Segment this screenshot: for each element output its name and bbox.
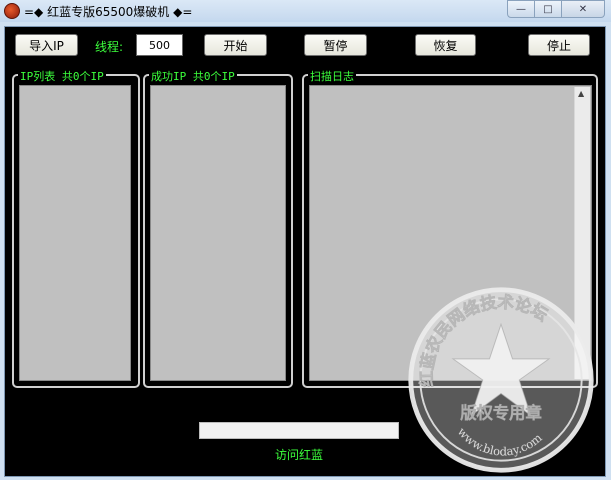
progress-bar <box>199 422 399 439</box>
stop-button[interactable]: 停止 <box>528 34 590 56</box>
pause-button[interactable]: 暂停 <box>304 34 367 56</box>
scroll-up-icon[interactable]: ▲ <box>578 89 584 98</box>
window-controls: — □ ✕ <box>507 0 605 18</box>
seal-center-text: 版权专用章 <box>459 403 542 422</box>
title-bar[interactable]: =◆ 红蓝专版65500爆破机 ◆= — □ ✕ <box>0 0 611 22</box>
threads-label: 线程: <box>95 40 124 54</box>
scan-log-title: 扫描日志 <box>308 68 356 84</box>
ip-list-title: IP列表 共0个IP <box>18 68 106 84</box>
visit-link[interactable]: 访问红蓝 <box>275 446 323 463</box>
resume-button[interactable]: 恢复 <box>415 34 476 56</box>
success-ip-box[interactable] <box>150 85 286 381</box>
maximize-button[interactable]: □ <box>534 0 562 18</box>
ip-list-group: IP列表 共0个IP <box>12 68 140 388</box>
minimize-button[interactable]: — <box>507 0 535 18</box>
window-title: =◆ 红蓝专版65500爆破机 ◆= <box>24 5 193 19</box>
threads-input[interactable]: 500 <box>136 34 183 56</box>
watermark-seal: 红蓝农民网络技术论坛 版权专用章 www.bloday.com <box>408 287 594 473</box>
start-button[interactable]: 开始 <box>204 34 267 56</box>
ip-list-box[interactable] <box>19 85 131 381</box>
app-icon <box>4 3 20 19</box>
close-button[interactable]: ✕ <box>561 0 605 18</box>
import-ip-button[interactable]: 导入IP <box>15 34 78 56</box>
success-ip-title: 成功IP 共0个IP <box>149 68 237 84</box>
success-ip-group: 成功IP 共0个IP <box>143 68 293 388</box>
